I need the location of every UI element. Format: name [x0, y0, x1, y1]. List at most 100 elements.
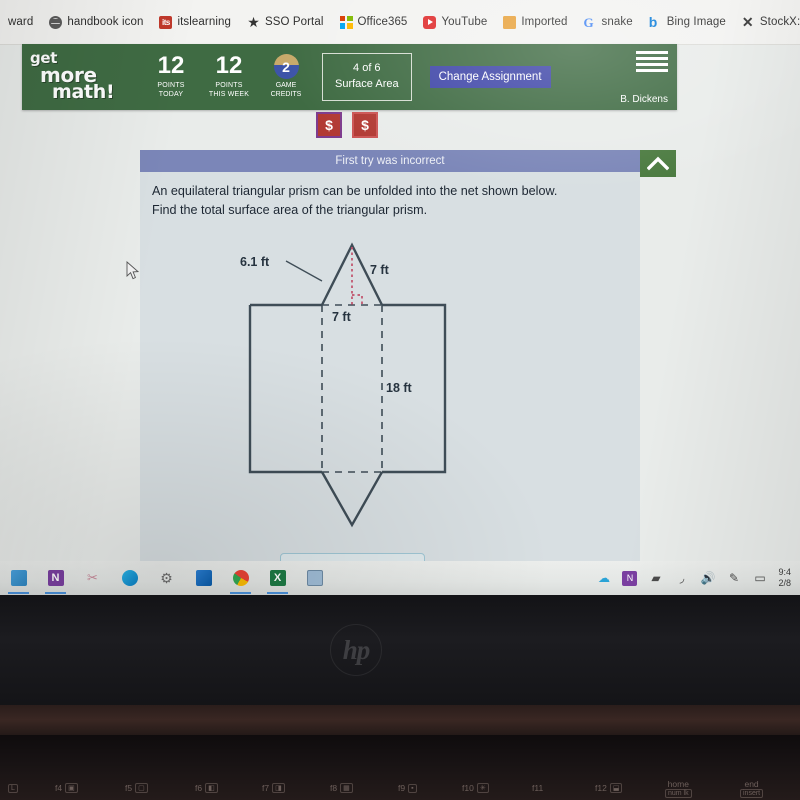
- key-f9[interactable]: f9 ▪: [398, 783, 417, 793]
- key-end[interactable]: end insert: [740, 778, 764, 798]
- key-f5[interactable]: f5 ▢: [125, 783, 148, 793]
- bookmark-handbook-icon[interactable]: handbook icon: [41, 8, 151, 36]
- clock-time: 9:4: [778, 566, 791, 577]
- taskbar-edge-icon[interactable]: [111, 561, 148, 595]
- star-icon: ★: [247, 13, 260, 30]
- key-f6[interactable]: f6 ◧: [195, 783, 218, 793]
- key-escape[interactable]: L: [8, 783, 18, 793]
- key-f7[interactable]: f7 ◨: [262, 783, 285, 793]
- assignment-indicator: 4 of 6 Surface Area: [322, 53, 412, 101]
- taskbar-excel-icon[interactable]: X: [259, 561, 296, 595]
- bookmark-youtube[interactable]: YouTube: [415, 8, 495, 36]
- bookmark-stockx[interactable]: ✕ StockX: Sneakers, S: [734, 8, 800, 36]
- key-label: f4: [55, 783, 63, 793]
- onenote-tray-icon[interactable]: N: [622, 570, 638, 586]
- key-label: f9: [398, 783, 406, 793]
- key-label: end: [744, 778, 759, 789]
- key-f12[interactable]: f12 ⬓: [595, 783, 623, 793]
- stat-points-this-week: 12 POINTS THIS WEEK: [200, 44, 258, 110]
- clock-date: 2/8: [778, 578, 791, 588]
- money-button-1[interactable]: $: [316, 112, 342, 138]
- taskbar-onenote-icon[interactable]: N: [37, 561, 74, 595]
- taskbar-snip-sketch-icon[interactable]: ✂: [74, 561, 111, 595]
- stockx-icon: ✕: [741, 13, 754, 30]
- key-f11[interactable]: f11: [532, 783, 543, 793]
- hp-logo: hp: [330, 624, 382, 676]
- key-glyph: ▢: [135, 783, 148, 793]
- bookmark-ward[interactable]: ward: [0, 8, 41, 36]
- collapse-chevron-up-icon[interactable]: [640, 150, 676, 177]
- bookmark-sso-portal[interactable]: ★ SSO Portal: [239, 8, 332, 36]
- pen-icon[interactable]: ✎: [726, 571, 741, 586]
- bookmark-label: Bing Image: [666, 16, 726, 28]
- key-label: f5: [125, 783, 133, 793]
- taskbar-calculator-icon[interactable]: [296, 561, 333, 595]
- stat-points-today: 12 POINTS TODAY: [142, 44, 200, 110]
- stat-caption-line2: TODAY: [158, 91, 184, 98]
- key-label: f12: [595, 783, 607, 793]
- laptop-hinge: [0, 705, 800, 735]
- key-glyph: ▪: [408, 783, 417, 793]
- taskbar-start-icon[interactable]: [0, 561, 37, 595]
- bookmark-label: YouTube: [441, 16, 488, 28]
- key-f4[interactable]: f4 ▣: [55, 783, 78, 793]
- touch-keyboard-icon[interactable]: ▭: [752, 571, 767, 586]
- bookmark-label: itslearning: [177, 16, 231, 28]
- bookmark-bing-image[interactable]: b Bing Image: [641, 8, 734, 36]
- app-logo[interactable]: get more math!: [22, 44, 142, 110]
- label-base: 7 ft: [332, 310, 351, 324]
- key-label: f11: [532, 783, 544, 793]
- key-glyph: num lk: [665, 788, 692, 798]
- bookmark-snake[interactable]: G snake: [576, 8, 641, 36]
- stat-value: 12: [215, 52, 243, 80]
- bookmark-itslearning[interactable]: its itslearning: [151, 8, 239, 36]
- onedrive-icon[interactable]: ☁: [596, 571, 611, 586]
- bookmark-label: Imported: [521, 16, 568, 28]
- system-tray: ☁ N ▰ ◞ 🔊 ✎ ▭ 9:4 2/8: [596, 567, 800, 590]
- problem-prompt: An equilateral triangular prism can be u…: [152, 184, 558, 217]
- taskbar-chrome-icon[interactable]: [222, 561, 259, 595]
- key-glyph: ◨: [272, 783, 285, 793]
- volume-icon[interactable]: 🔊: [700, 571, 716, 586]
- key-glyph: ✳: [476, 783, 489, 793]
- user-name: B. Dickens: [620, 94, 668, 105]
- game-credits[interactable]: 2 GAME CREDITS: [258, 44, 314, 110]
- key-f10[interactable]: f10 ✳: [462, 783, 489, 793]
- hamburger-menu-icon[interactable]: [636, 51, 668, 72]
- taskbar-settings-gear-icon[interactable]: ⚙: [148, 561, 185, 595]
- bing-icon: b: [648, 13, 658, 30]
- office365-icon: [339, 15, 353, 29]
- assignment-name: Surface Area: [335, 78, 399, 90]
- stat-value: 12: [157, 52, 185, 80]
- bookmark-label: snake: [601, 16, 633, 28]
- key-glyph: ▦: [340, 783, 353, 793]
- taskbar-clock[interactable]: 9:4 2/8: [778, 567, 794, 590]
- change-assignment-button[interactable]: Change Assignment: [429, 66, 551, 88]
- key-label: f10: [462, 783, 474, 793]
- laptop-screen: ward handbook icon its itslearning ★ SSO…: [0, 0, 800, 595]
- google-icon: G: [583, 14, 594, 30]
- label-length: 18 ft: [386, 381, 412, 395]
- browser-bookmarks-bar: ward handbook icon its itslearning ★ SSO…: [0, 0, 800, 45]
- header-right: B. Dickens: [620, 44, 677, 110]
- assignment-progress: 4 of 6: [353, 62, 381, 75]
- taskbar-outlook-icon[interactable]: [185, 561, 222, 595]
- money-buttons: $ $: [316, 112, 378, 138]
- key-home[interactable]: home num lk: [665, 779, 692, 798]
- key-label: f7: [262, 783, 270, 793]
- label-side: 7 ft: [370, 263, 389, 277]
- game-credits-coin-icon: 2: [273, 54, 299, 80]
- itslearning-icon: its: [159, 15, 173, 29]
- key-glyph: ▣: [65, 783, 78, 793]
- bookmark-label: ward: [8, 16, 34, 28]
- bookmark-label: StockX: Sneakers, S: [759, 16, 800, 28]
- bookmark-label: Office365: [357, 16, 408, 28]
- key-f8[interactable]: f8 ▦: [330, 783, 353, 793]
- game-credits-caption-line2: CREDITS: [270, 91, 302, 98]
- battery-icon[interactable]: ▰: [648, 571, 663, 586]
- wifi-icon[interactable]: ◞: [674, 571, 689, 586]
- stat-caption-line2: THIS WEEK: [208, 91, 250, 98]
- money-button-2[interactable]: $: [352, 112, 378, 138]
- bookmark-office365[interactable]: Office365: [332, 8, 416, 36]
- bookmark-imported[interactable]: Imported: [495, 8, 575, 36]
